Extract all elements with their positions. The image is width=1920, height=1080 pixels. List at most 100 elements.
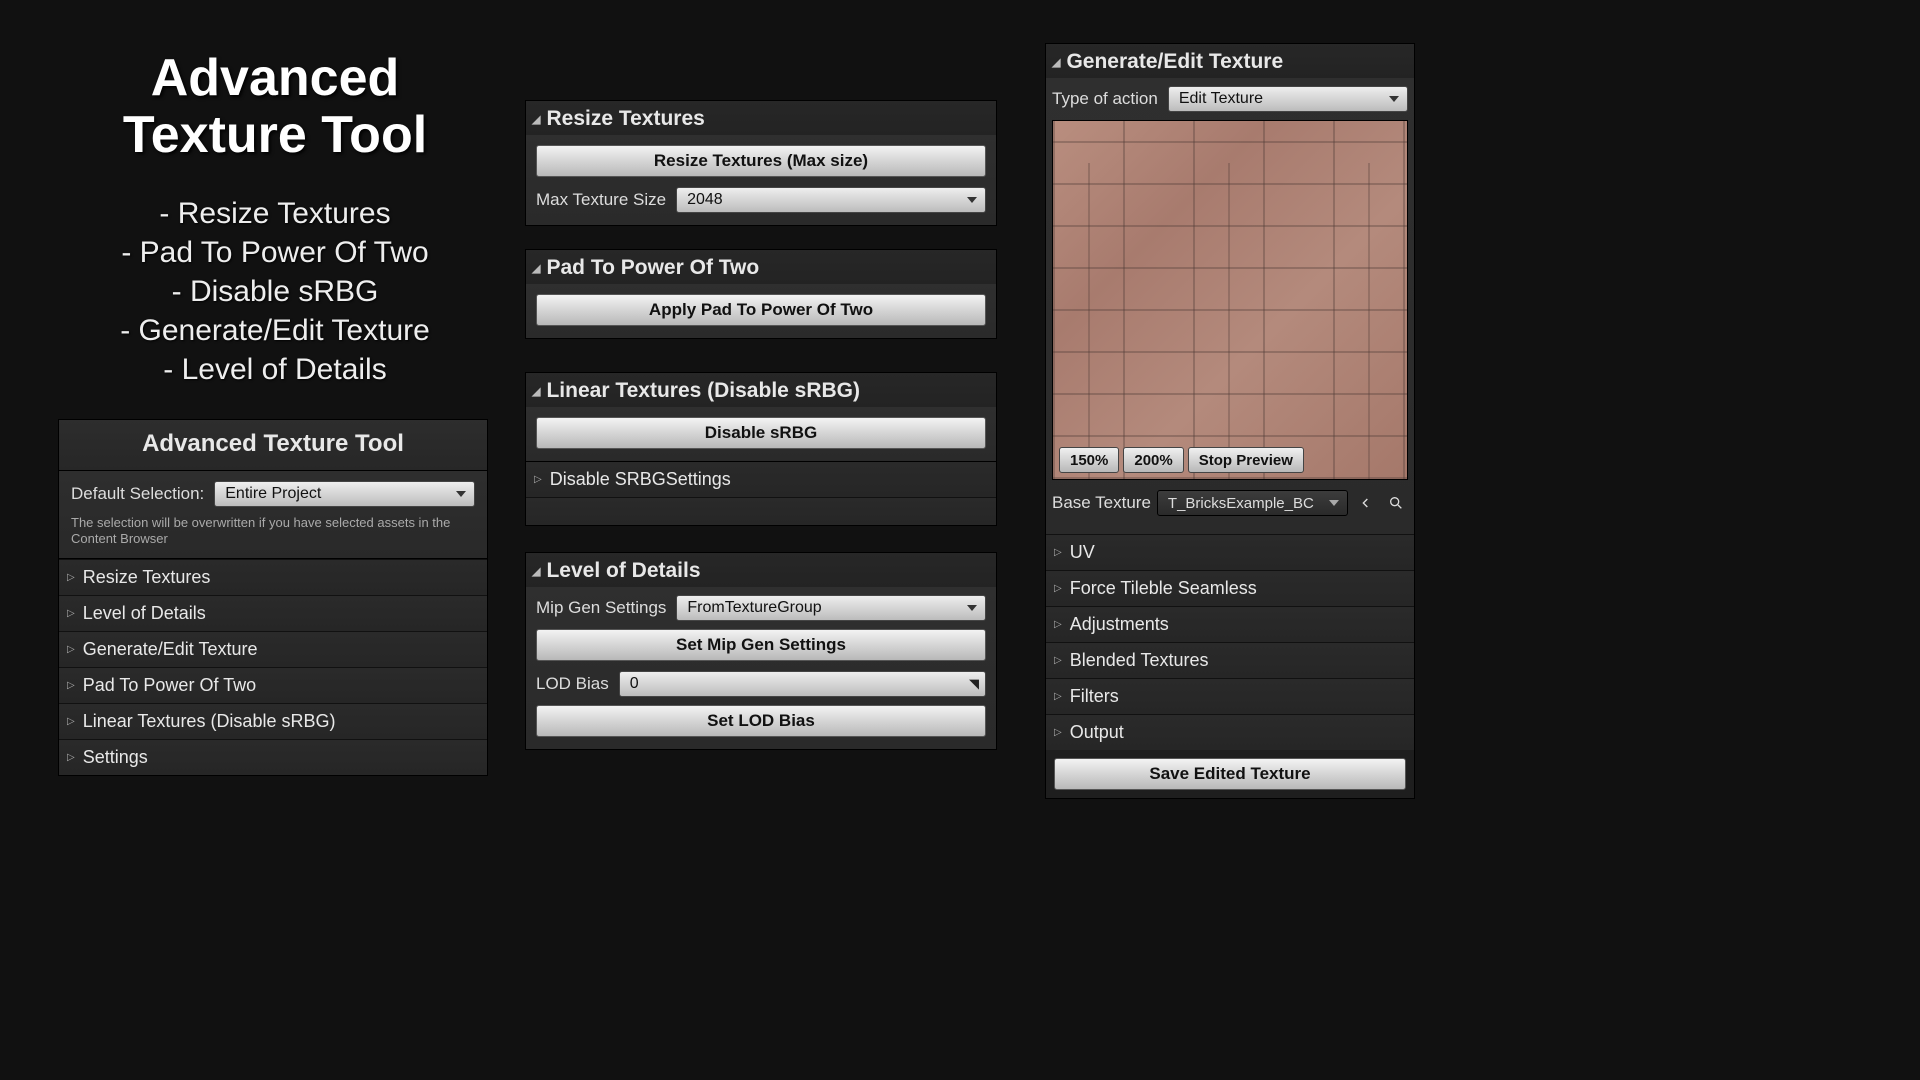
type-of-action-label: Type of action <box>1052 89 1158 109</box>
generate-edit-panel: ◢Generate/Edit Texture Type of action Ed… <box>1045 43 1415 799</box>
tool-panel: Advanced Texture Tool Default Selection:… <box>58 419 488 776</box>
apply-pad-button[interactable]: Apply Pad To Power Of Two <box>536 294 986 326</box>
lod-header[interactable]: ◢ Level of Details <box>526 553 996 587</box>
section-filters[interactable]: ▷ Filters <box>1046 678 1414 714</box>
tool-panel-title: Advanced Texture Tool <box>59 420 487 471</box>
chevron-right-icon: ▷ <box>1054 583 1062 594</box>
stop-preview-button[interactable]: Stop Preview <box>1188 447 1304 473</box>
texture-preview: 150% 200% Stop Preview <box>1052 120 1408 480</box>
nav-label: Generate/Edit Texture <box>83 639 258 660</box>
type-of-action-value: Edit Texture <box>1179 90 1263 108</box>
section-label: UV <box>1070 542 1095 563</box>
set-lod-bias-button[interactable]: Set LOD Bias <box>536 705 986 737</box>
chevron-right-icon: ▷ <box>1054 727 1062 738</box>
default-selection-dropdown[interactable]: Entire Project <box>214 481 475 507</box>
chevron-down-icon: ◢ <box>1052 56 1060 69</box>
chevron-right-icon: ▷ <box>67 608 75 619</box>
section-output[interactable]: ▷ Output <box>1046 714 1414 750</box>
default-selection-label: Default Selection: <box>71 484 204 504</box>
chevron-down-icon: ◢ <box>532 113 540 126</box>
lod-bias-value: 0 <box>630 675 639 693</box>
spinner-icon[interactable]: ◥ <box>969 676 979 692</box>
hero-title: Advanced Texture Tool <box>60 50 490 164</box>
linear-header[interactable]: ◢Linear Textures (Disable sRBG) <box>526 373 996 407</box>
section-label: Output <box>1070 722 1124 743</box>
set-mip-gen-button[interactable]: Set Mip Gen Settings <box>536 629 986 661</box>
browse-icon[interactable] <box>1384 491 1408 515</box>
brick-texture-icon <box>1053 121 1407 479</box>
mip-gen-value: FromTextureGroup <box>687 599 821 617</box>
default-selection-block: Default Selection: Entire Project The se… <box>59 471 487 559</box>
use-selected-icon[interactable] <box>1354 491 1378 515</box>
nav-generate-edit-texture[interactable]: ▷ Generate/Edit Texture <box>59 631 487 667</box>
max-texture-size-label: Max Texture Size <box>536 190 666 210</box>
pad-header-label: Pad To Power Of Two <box>546 256 759 280</box>
chevron-right-icon: ▷ <box>67 752 75 763</box>
nav-label: Settings <box>83 747 148 768</box>
nav-label: Level of Details <box>83 603 206 624</box>
resize-button[interactable]: Resize Textures (Max size) <box>536 145 986 177</box>
lod-bias-input[interactable]: 0◥ <box>619 671 986 697</box>
disable-srbg-settings-row[interactable]: ▷ Disable SRBGSettings <box>526 461 996 497</box>
base-texture-value: T_BricksExample_BC <box>1168 495 1314 512</box>
section-label: Adjustments <box>1070 614 1169 635</box>
default-selection-value: Entire Project <box>225 485 321 503</box>
chevron-down-icon: ◢ <box>532 385 540 398</box>
nav-label: Resize Textures <box>83 567 211 588</box>
chevron-right-icon: ▷ <box>67 680 75 691</box>
section-label: Force Tileble Seamless <box>1070 578 1257 599</box>
zoom-200-button[interactable]: 200% <box>1123 447 1183 473</box>
nav-pad-power-two[interactable]: ▷ Pad To Power Of Two <box>59 667 487 703</box>
pad-panel: ◢ Pad To Power Of Two Apply Pad To Power … <box>525 249 997 339</box>
hero-bullets: - Resize Textures - Pad To Power Of Two … <box>60 194 490 389</box>
section-label: Filters <box>1070 686 1119 707</box>
hero-bullet: - Disable sRBG <box>60 272 490 311</box>
empty-row <box>526 497 996 525</box>
nav-settings[interactable]: ▷ Settings <box>59 739 487 775</box>
mip-gen-dropdown[interactable]: FromTextureGroup <box>676 595 986 621</box>
hero-bullet: - Level of Details <box>60 350 490 389</box>
nav-label: Pad To Power Of Two <box>83 675 256 696</box>
chevron-right-icon: ▷ <box>67 716 75 727</box>
base-texture-label: Base Texture <box>1052 493 1151 513</box>
linear-panel: ◢Linear Textures (Disable sRBG) Disable … <box>525 372 997 526</box>
chevron-down-icon: ◢ <box>532 565 540 578</box>
chevron-right-icon: ▷ <box>1054 691 1062 702</box>
chevron-right-icon: ▷ <box>1054 655 1062 666</box>
max-texture-size-value: 2048 <box>687 191 723 209</box>
type-of-action-dropdown[interactable]: Edit Texture <box>1168 86 1408 112</box>
hero-bullet: - Resize Textures <box>60 194 490 233</box>
chevron-down-icon: ◢ <box>532 262 540 275</box>
gen-header[interactable]: ◢Generate/Edit Texture <box>1046 44 1414 78</box>
chevron-right-icon: ▷ <box>67 572 75 583</box>
mip-gen-label: Mip Gen Settings <box>536 598 666 618</box>
nav-linear-textures[interactable]: ▷ Linear Textures (Disable sRBG) <box>59 703 487 739</box>
disable-srbg-settings-label: Disable SRBGSettings <box>550 469 731 490</box>
resize-panel: ◢ Resize Textures Resize Textures (Max si… <box>525 100 997 226</box>
chevron-right-icon: ▷ <box>67 644 75 655</box>
section-label: Blended Textures <box>1070 650 1209 671</box>
nav-label: Linear Textures (Disable sRBG) <box>83 711 336 732</box>
max-texture-size-dropdown[interactable]: 2048 <box>676 187 986 213</box>
hero-bullet: - Generate/Edit Texture <box>60 311 490 350</box>
disable-srbg-button[interactable]: Disable sRBG <box>536 417 986 449</box>
section-uv[interactable]: ▷ UV <box>1046 534 1414 570</box>
lod-header-label: Level of Details <box>546 559 700 583</box>
pad-header[interactable]: ◢ Pad To Power Of Two <box>526 250 996 284</box>
lod-bias-label: LOD Bias <box>536 674 609 694</box>
nav-level-of-details[interactable]: ▷ Level of Details <box>59 595 487 631</box>
base-texture-dropdown[interactable]: T_BricksExample_BC <box>1157 490 1348 516</box>
resize-header[interactable]: ◢ Resize Textures <box>526 101 996 135</box>
zoom-150-button[interactable]: 150% <box>1059 447 1119 473</box>
nav-resize-textures[interactable]: ▷ Resize Textures <box>59 559 487 595</box>
save-edited-texture-button[interactable]: Save Edited Texture <box>1054 758 1406 790</box>
section-force-tileable[interactable]: ▷ Force Tileble Seamless <box>1046 570 1414 606</box>
hero-block: Advanced Texture Tool - Resize Textures … <box>60 50 490 389</box>
resize-header-label: Resize Textures <box>546 107 704 131</box>
hero-title-line2: Texture Tool <box>123 106 427 164</box>
default-selection-hint: The selection will be overwritten if you… <box>71 515 475 548</box>
section-adjustments[interactable]: ▷Adjustments <box>1046 606 1414 642</box>
chevron-right-icon: ▷ <box>534 474 542 485</box>
chevron-right-icon: ▷ <box>1054 547 1062 558</box>
section-blended-textures[interactable]: ▷ Blended Textures <box>1046 642 1414 678</box>
